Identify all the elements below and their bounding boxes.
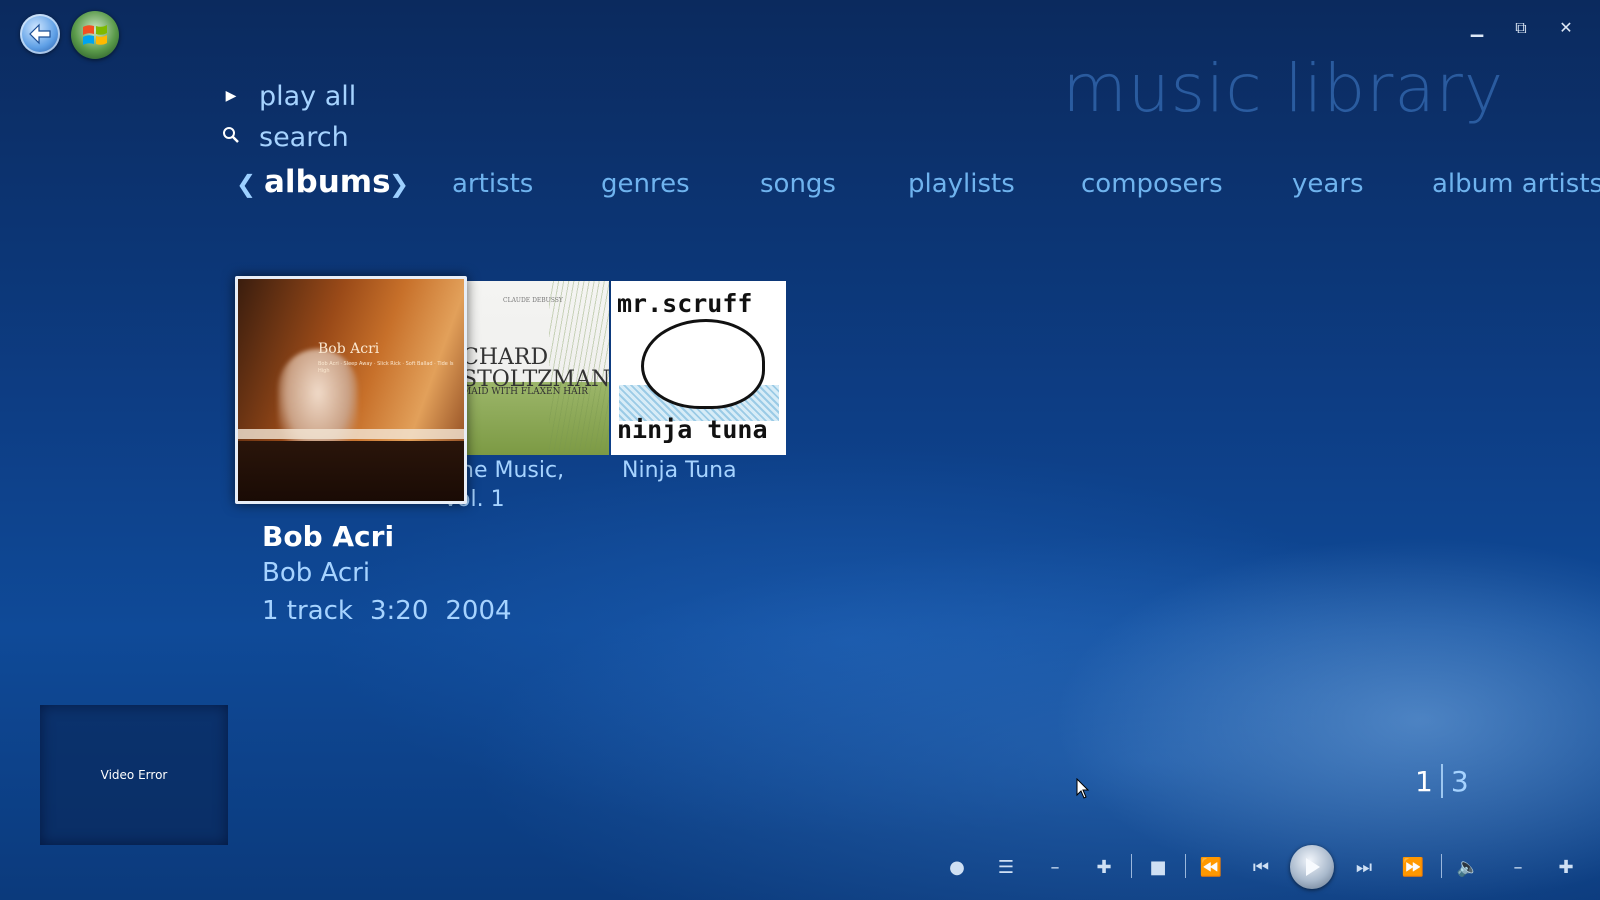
tab-songs[interactable]: songs: [760, 162, 836, 206]
next-button[interactable]: ⏭: [1348, 852, 1380, 884]
track-count: 1 track: [262, 596, 353, 626]
tab-artists[interactable]: artists: [452, 162, 533, 206]
cover-piano-body: [238, 441, 464, 501]
library-pivot: ❮ albums ❯ artists genres songs playlist…: [0, 162, 1600, 206]
mute-button[interactable]: 🔈: [1452, 852, 1484, 884]
rewind-icon: ⏪: [1199, 857, 1223, 878]
cover-artist-text: Bob Acri: [318, 341, 380, 357]
transport-divider: [1441, 854, 1442, 878]
chevron-right-icon[interactable]: ❯: [389, 162, 409, 206]
chevron-left-icon[interactable]: ❮: [236, 162, 256, 206]
page-indicator: 1 3: [1415, 764, 1469, 798]
total-pages: 3: [1450, 764, 1469, 798]
channel-up-button[interactable]: ✚: [1088, 852, 1120, 884]
tab-years[interactable]: years: [1292, 162, 1364, 206]
windows-orb-button[interactable]: [71, 11, 119, 59]
rewind-button[interactable]: ⏪: [1195, 852, 1227, 884]
volume-up-icon: ✚: [1558, 857, 1574, 878]
close-button[interactable]: ✕: [1553, 16, 1579, 40]
tab-albums[interactable]: albums: [264, 160, 391, 204]
play-all-label: play all: [259, 80, 357, 112]
plus-icon: ✚: [1096, 857, 1112, 878]
cover-title-text: ninja tuna: [617, 415, 768, 444]
album-year: 2004: [445, 596, 512, 626]
pager-divider: [1440, 764, 1443, 798]
play-button[interactable]: [1290, 845, 1334, 889]
selected-album-title: Bob Acri: [262, 520, 395, 553]
list-button[interactable]: ☰: [990, 852, 1022, 884]
current-page: 1: [1415, 764, 1433, 798]
minimize-button[interactable]: ▁: [1464, 16, 1490, 40]
minimize-icon: ▁: [1470, 18, 1484, 37]
tab-playlists[interactable]: playlists: [908, 162, 1015, 206]
selected-album-artist: Bob Acri: [262, 558, 371, 588]
next-icon: ⏭: [1355, 857, 1373, 878]
record-icon: ●: [949, 857, 965, 878]
volume-up-button[interactable]: ✚: [1550, 852, 1582, 884]
video-error-text: Video Error: [100, 768, 168, 782]
cover-tracklist-text: Bob Acri · Sleep Away · Slick Rick · Sof…: [318, 361, 454, 374]
album-caption-ninja-tuna: Ninja Tuna: [622, 458, 737, 483]
video-preview[interactable]: Video Error: [40, 705, 228, 845]
volume-icon: 🔈: [1456, 857, 1480, 878]
search-action[interactable]: search: [220, 120, 349, 154]
back-arrow-icon: [29, 23, 51, 45]
album-tile-stoltzman[interactable]: CLAUDE DEBUSSY CHARD STOLTZMAN MAID WITH…: [459, 281, 609, 455]
previous-icon: ⏮: [1252, 857, 1270, 878]
tab-genres[interactable]: genres: [601, 162, 690, 206]
volume-down-button[interactable]: –: [1502, 852, 1534, 884]
volume-down-icon: –: [1513, 857, 1523, 878]
transport-divider: [1131, 854, 1132, 878]
back-button[interactable]: [20, 14, 60, 54]
tab-composers[interactable]: composers: [1081, 162, 1223, 206]
transport-divider: [1185, 854, 1186, 878]
cover-blob: [641, 319, 765, 409]
mouse-cursor-icon: [1076, 777, 1090, 804]
stop-icon: ■: [1149, 857, 1167, 878]
minus-icon: –: [1050, 857, 1060, 878]
cover-composer-text: CLAUDE DEBUSSY: [503, 297, 563, 304]
search-label: search: [259, 121, 349, 153]
selected-album-meta: 1 track 3:20 2004: [262, 596, 512, 626]
album-tile-ninja-tuna[interactable]: mr.scruff ninja tuna: [611, 281, 786, 455]
cover-artist-text: mr.scruff: [617, 289, 753, 318]
restore-button[interactable]: ⧉: [1508, 16, 1534, 40]
album-tile-bob-acri[interactable]: Bob Acri Bob Acri · Sleep Away · Slick R…: [235, 276, 467, 504]
album-duration: 3:20: [369, 596, 429, 626]
play-all-action[interactable]: ▶ play all: [220, 79, 357, 113]
fast-forward-button[interactable]: ⏩: [1397, 852, 1429, 884]
search-icon: [220, 126, 242, 148]
channel-down-button[interactable]: –: [1039, 852, 1071, 884]
previous-button[interactable]: ⏮: [1245, 852, 1277, 884]
stop-button[interactable]: ■: [1142, 852, 1174, 884]
close-icon: ✕: [1559, 18, 1573, 37]
cover-subtitle: MAID WITH FLAXEN HAIR: [462, 387, 588, 397]
restore-icon: ⧉: [1515, 18, 1527, 37]
tab-album-artists[interactable]: album artists: [1432, 162, 1600, 206]
play-icon: [1306, 858, 1320, 876]
play-icon: ▶: [225, 88, 237, 104]
fast-forward-icon: ⏩: [1401, 857, 1425, 878]
record-button[interactable]: ●: [941, 852, 973, 884]
windows-orb-icon: [83, 25, 107, 45]
album-caption-line-1: he Music,: [460, 458, 565, 483]
list-icon: ☰: [997, 857, 1015, 878]
cover-piano: [238, 429, 464, 439]
page-title: music library: [1062, 50, 1504, 127]
